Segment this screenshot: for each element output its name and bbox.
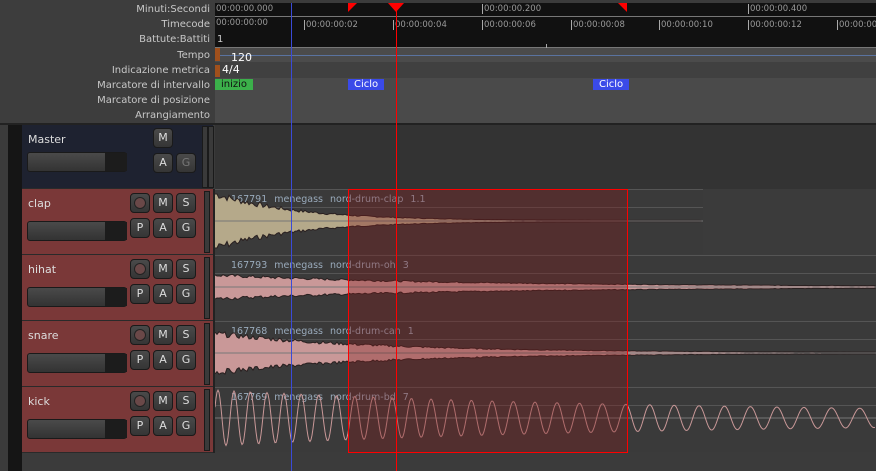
timecode-tick: 00:00:00:06 bbox=[482, 20, 536, 30]
track-header-kick[interactable]: kick M S P A G bbox=[22, 387, 213, 453]
automation-button[interactable]: A bbox=[153, 284, 173, 304]
mute-button[interactable]: M bbox=[153, 259, 173, 279]
ruler-label-location: Marcatore di posizione bbox=[97, 95, 210, 106]
waveform-canvas bbox=[215, 193, 876, 447]
timecode-tick: 00:00:00:12 bbox=[748, 20, 802, 30]
playlist-button[interactable]: P bbox=[130, 218, 150, 238]
track-name: kick bbox=[28, 395, 50, 408]
solo-button[interactable]: S bbox=[176, 193, 196, 213]
automation-button[interactable]: A bbox=[153, 416, 173, 436]
timecode-tick: 00:00:00:04 bbox=[393, 20, 447, 30]
level-meter bbox=[208, 126, 214, 188]
track-header-clap[interactable]: clap M S P A G bbox=[22, 189, 213, 255]
playlist-button[interactable]: P bbox=[130, 350, 150, 370]
track-header-master[interactable]: Master M A G bbox=[22, 125, 214, 189]
track-side-strip bbox=[8, 123, 22, 471]
track-name: clap bbox=[28, 197, 51, 210]
gain-fader[interactable] bbox=[27, 353, 127, 373]
mute-button[interactable]: M bbox=[153, 193, 173, 213]
playlist-button[interactable]: P bbox=[130, 284, 150, 304]
edit-point-line bbox=[291, 3, 292, 471]
bars-beats-label: 1 bbox=[217, 34, 224, 45]
ruler-label-arrangement: Arrangiamento bbox=[135, 110, 210, 121]
track-name: snare bbox=[28, 329, 59, 342]
record-icon bbox=[134, 197, 146, 209]
ruler-label-bars: Battute:Battiti bbox=[139, 34, 210, 45]
timecode-ruler[interactable]: 00:00:00:00 00:00:00:02 00:00:00:04 00:0… bbox=[215, 17, 876, 48]
record-arm-button[interactable] bbox=[130, 193, 150, 213]
loop-start-flag-icon[interactable] bbox=[348, 3, 357, 12]
automation-button[interactable]: A bbox=[153, 350, 173, 370]
ruler-label-tempo: Tempo bbox=[177, 50, 210, 61]
track-name: Master bbox=[28, 133, 66, 146]
tempo-marker-icon[interactable] bbox=[215, 48, 220, 61]
automation-button[interactable]: A bbox=[153, 218, 173, 238]
meter-value: 4/4 bbox=[222, 63, 240, 76]
track-header-snare[interactable]: snare M S P A G bbox=[22, 321, 213, 387]
group-button[interactable]: G bbox=[176, 218, 196, 238]
track-name: hihat bbox=[28, 263, 57, 276]
minsec-tick: 00:00:00.200 bbox=[482, 4, 542, 14]
record-icon bbox=[134, 263, 146, 275]
group-button[interactable]: G bbox=[176, 153, 196, 173]
record-icon bbox=[134, 395, 146, 407]
timecode-tick: 00:00:00:14 bbox=[837, 20, 876, 30]
solo-button[interactable]: S bbox=[176, 391, 196, 411]
automation-button[interactable]: A bbox=[153, 153, 173, 173]
master-lane[interactable] bbox=[215, 125, 876, 189]
meter-ruler[interactable]: 4/4 bbox=[215, 62, 876, 78]
gain-fader[interactable] bbox=[27, 152, 127, 172]
playhead-line[interactable] bbox=[396, 3, 397, 471]
meter-marker-icon[interactable] bbox=[215, 65, 220, 77]
timecode-tick: 00:00:00:00 bbox=[216, 18, 268, 28]
minsec-tick: 00:00:00.000 bbox=[216, 4, 274, 14]
group-button[interactable]: G bbox=[176, 350, 196, 370]
level-meter bbox=[204, 191, 210, 253]
mute-button[interactable]: M bbox=[153, 325, 173, 345]
gain-fader[interactable] bbox=[27, 287, 127, 307]
ruler-label-panel: Minuti:Secondi Timecode Battute:Battiti … bbox=[0, 0, 215, 123]
minsec-ruler[interactable]: 00:00:00.000 00:00:00.200 00:00:00.400 bbox=[215, 3, 876, 17]
range-marker-start[interactable]: inizio bbox=[215, 79, 254, 90]
minsec-tick: 00:00:00.400 bbox=[748, 4, 808, 14]
solo-button[interactable]: S bbox=[176, 259, 196, 279]
level-meter bbox=[204, 389, 210, 451]
record-arm-button[interactable] bbox=[130, 391, 150, 411]
playlist-button[interactable]: P bbox=[130, 416, 150, 436]
level-meter bbox=[204, 323, 210, 385]
marker-rulers[interactable]: inizio Ciclo Ciclo bbox=[215, 78, 876, 123]
range-marker-loop-end[interactable]: Ciclo bbox=[593, 79, 630, 90]
track-header-hihat[interactable]: hihat M S P A G bbox=[22, 255, 213, 321]
solo-button[interactable]: S bbox=[176, 325, 196, 345]
level-meter bbox=[204, 257, 210, 319]
ruler-label-timecode: Timecode bbox=[161, 19, 210, 30]
ruler-label-minsec: Minuti:Secondi bbox=[136, 4, 210, 15]
timecode-tick: 00:00:00:02 bbox=[304, 20, 358, 30]
record-icon bbox=[134, 329, 146, 341]
tempo-ruler[interactable]: 120 bbox=[215, 48, 876, 64]
ruler-label-range: Marcatore di intervallo bbox=[97, 80, 210, 91]
group-button[interactable]: G bbox=[176, 284, 196, 304]
gain-fader[interactable] bbox=[27, 419, 127, 439]
timecode-tick: 00:00:00:10 bbox=[659, 20, 713, 30]
ruler-label-meter: Indicazione metrica bbox=[111, 65, 210, 76]
timecode-tick: 00:00:00:08 bbox=[571, 20, 625, 30]
mute-button[interactable]: M bbox=[153, 391, 173, 411]
gain-fader[interactable] bbox=[27, 221, 127, 241]
record-arm-button[interactable] bbox=[130, 325, 150, 345]
range-marker-loop-start[interactable]: Ciclo bbox=[348, 79, 385, 90]
group-button[interactable]: G bbox=[176, 416, 196, 436]
mute-button[interactable]: M bbox=[153, 128, 173, 148]
record-arm-button[interactable] bbox=[130, 259, 150, 279]
loop-end-flag-icon[interactable] bbox=[618, 3, 627, 12]
